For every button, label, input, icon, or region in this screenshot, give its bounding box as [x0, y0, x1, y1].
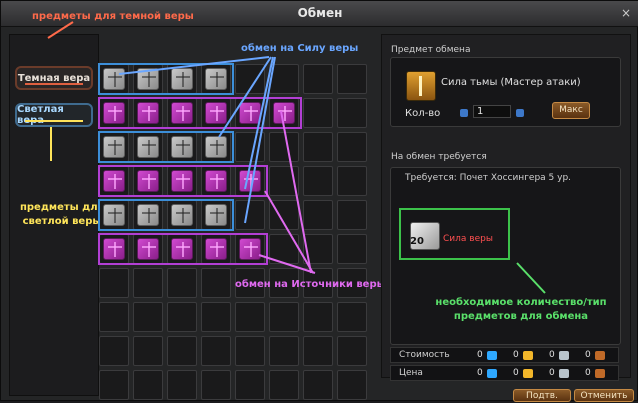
exchange-window: Обмен × предметы для темной веры Темная … — [0, 0, 638, 402]
annotation-arrows — [47, 21, 546, 294]
